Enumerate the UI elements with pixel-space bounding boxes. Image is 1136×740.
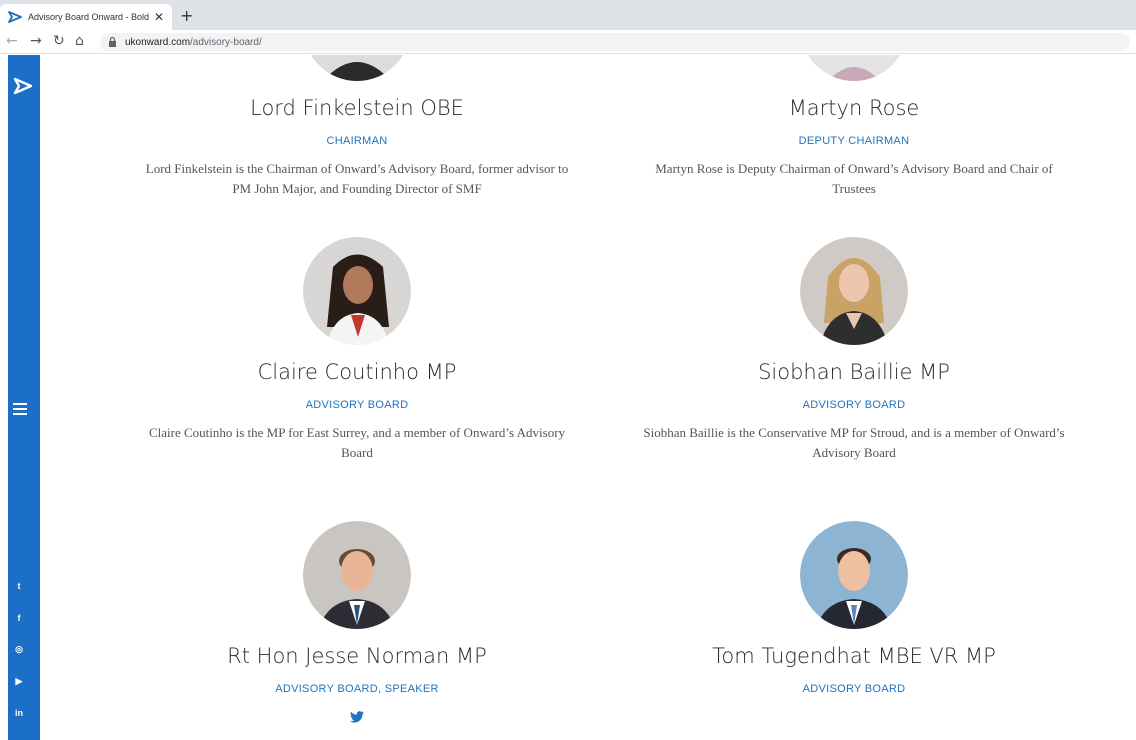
member-bio: Martyn Rose is Deputy Chairman of Onward… (655, 161, 1053, 196)
linkedin-icon[interactable]: in (13, 707, 25, 719)
member-role[interactable]: ADVISORY BOARD (634, 683, 1074, 695)
member-name[interactable]: Rt Hon Jesse Norman MP (137, 641, 577, 671)
member-photo (303, 237, 411, 345)
reload-icon[interactable]: ↻ (53, 33, 65, 49)
forward-icon[interactable]: → (30, 33, 42, 49)
member-bio: Claire Coutinho is the MP for East Surre… (148, 425, 566, 460)
member-card: Lord Finkelstein OBE CHAIRMAN Lord Finke… (137, 55, 577, 199)
member-name[interactable]: Martyn Rose (634, 93, 1074, 123)
member-bio: Lord Finkelstein is the Chairman of Onwa… (145, 161, 569, 196)
member-name[interactable]: Tom Tugendhat MBE VR MP (634, 641, 1074, 671)
address-bar: ← → ↻ ⌂ ukonward.com/advisory-board/ (0, 30, 1136, 54)
back-icon[interactable]: ← (6, 33, 18, 49)
member-card: Martyn Rose DEPUTY CHAIRMAN Martyn Rose … (634, 55, 1074, 199)
member-card: Tom Tugendhat MBE VR MP ADVISORY BOARD (634, 521, 1074, 695)
facebook-icon[interactable]: f (13, 612, 25, 624)
sidebar: t f ◎ ▶ in (8, 55, 40, 740)
member-role[interactable]: ADVISORY BOARD (137, 399, 577, 411)
url-field[interactable]: ukonward.com/advisory-board/ (100, 33, 1130, 51)
browser-tab[interactable]: Advisory Board Onward - Bold Id ✕ (0, 4, 172, 30)
twitter-icon[interactable]: t (13, 580, 25, 592)
member-photo (303, 521, 411, 629)
youtube-icon[interactable]: ▶ (13, 675, 25, 687)
member-card: Claire Coutinho MP ADVISORY BOARD Claire… (137, 237, 577, 463)
member-photo (800, 521, 908, 629)
instagram-icon[interactable]: ◎ (13, 643, 25, 655)
member-role[interactable]: DEPUTY CHAIRMAN (634, 135, 1074, 147)
member-role[interactable]: CHAIRMAN (137, 135, 577, 147)
new-tab-icon[interactable]: + (180, 6, 193, 25)
member-bio: Siobhan Baillie is the Conservative MP f… (643, 425, 1065, 460)
member-role[interactable]: ADVISORY BOARD (634, 399, 1074, 411)
twitter-icon[interactable] (350, 711, 364, 723)
member-name[interactable]: Claire Coutinho MP (137, 357, 577, 387)
member-name[interactable]: Siobhan Baillie MP (634, 357, 1074, 387)
member-card: Siobhan Baillie MP ADVISORY BOARD Siobha… (634, 237, 1074, 463)
member-role[interactable]: ADVISORY BOARD, SPEAKER (137, 683, 577, 695)
tab-close-icon[interactable]: ✕ (154, 10, 164, 24)
advisory-board-content: Lord Finkelstein OBE CHAIRMAN Lord Finke… (40, 55, 1136, 740)
url-path: /advisory-board/ (190, 36, 262, 48)
member-card: Rt Hon Jesse Norman MP ADVISORY BOARD, S… (137, 521, 577, 727)
member-photo (800, 55, 908, 81)
hamburger-menu-icon[interactable] (13, 403, 27, 418)
member-photo (303, 55, 411, 81)
url-domain: ukonward.com (125, 36, 191, 48)
home-icon[interactable]: ⌂ (75, 33, 84, 49)
onward-logo-icon[interactable] (12, 75, 34, 97)
tab-title: Advisory Board Onward - Bold Id (28, 12, 150, 22)
lock-icon (109, 37, 116, 47)
member-name[interactable]: Lord Finkelstein OBE (137, 93, 577, 123)
member-photo (800, 237, 908, 345)
browser-tabbar: Advisory Board Onward - Bold Id ✕ + (0, 0, 1136, 30)
onward-logo-icon (8, 11, 22, 23)
